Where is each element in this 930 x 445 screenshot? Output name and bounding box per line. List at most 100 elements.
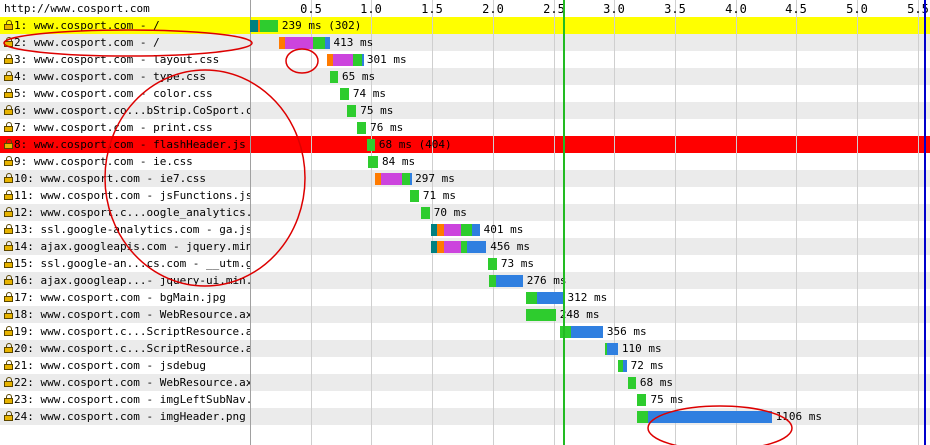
request-label-text: 14: ajax.googleapis.com - jquery.min.js (14, 240, 250, 253)
lock-icon (4, 224, 13, 234)
bar-segment-ttfb (259, 20, 278, 32)
gridline (918, 0, 919, 445)
request-time: 75 ms (650, 393, 684, 406)
request-time: 84 ms (381, 155, 416, 168)
lock-icon (4, 37, 13, 47)
request-row[interactable]: 18: www.cosport.com - WebResource.axd (0, 306, 930, 323)
bar-segment-download (467, 241, 487, 253)
request-row[interactable]: 15: ssl.google-an...cs.com - __utm.gif (0, 255, 930, 272)
tick-label: 3.5 (664, 2, 686, 16)
request-time: 70 ms (433, 206, 467, 219)
request-label: 6: www.cosport.co...bStrip.CoSport.css (0, 102, 250, 119)
lock-icon (4, 377, 13, 387)
request-time: 75 ms (360, 104, 394, 117)
request-label: 8: www.cosport.com - flashHeader.js (0, 136, 250, 153)
lock-icon (4, 241, 13, 251)
bar-segment-ttfb (525, 292, 537, 304)
request-row[interactable]: 23: www.cosport.com - imgLeftSubNav.png (0, 391, 930, 408)
request-time: 65 ms (342, 70, 376, 83)
request-label: 15: ssl.google-an...cs.com - __utm.gif (0, 255, 250, 272)
request-label-text: 18: www.cosport.com - WebResource.axd (14, 308, 250, 321)
tick-label: 1.5 (421, 2, 443, 16)
request-label: 17: www.cosport.com - bgMain.jpg (0, 289, 250, 306)
lock-icon (4, 173, 13, 183)
request-row[interactable]: 1: www.cosport.com - / (0, 17, 930, 34)
request-row[interactable]: 10: www.cosport.com - ie7.css (0, 170, 930, 187)
request-label-text: 12: www.cosport.c...oogle_analytics.js (14, 206, 250, 219)
request-label-text: 1: www.cosport.com - / (14, 19, 160, 32)
request-label: 5: www.cosport.com - color.css (0, 85, 250, 102)
request-row[interactable]: 5: www.cosport.com - color.css (0, 85, 930, 102)
request-row[interactable]: 22: www.cosport.com - WebResource.axd (0, 374, 930, 391)
request-label: 4: www.cosport.com - type.css (0, 68, 250, 85)
bar-segment-download (496, 275, 523, 287)
lock-icon (4, 394, 13, 404)
request-label-text: 3: www.cosport.com - layout.css (14, 53, 220, 66)
lock-icon (4, 88, 13, 98)
request-time: 73 ms (500, 257, 534, 270)
bar-segment-ttfb (410, 190, 419, 202)
request-label: 13: ssl.google-analytics.com - ga.js (0, 221, 250, 238)
gridline (796, 0, 797, 445)
request-row[interactable]: 7: www.cosport.com - print.css (0, 119, 930, 136)
bar-segment-connect (436, 241, 445, 253)
request-row[interactable]: 20: www.cosport.c...ScriptResource.axd (0, 340, 930, 357)
request-row[interactable]: 9: www.cosport.com - ie.css (0, 153, 930, 170)
lock-icon (4, 156, 13, 166)
bar-segment-ttfb (461, 224, 473, 236)
lock-icon (4, 105, 13, 115)
bar-segment-ttfb (525, 309, 556, 321)
request-row[interactable]: 17: www.cosport.com - bgMain.jpg (0, 289, 930, 306)
request-row[interactable]: 11: www.cosport.com - jsFunctions.js (0, 187, 930, 204)
request-row[interactable]: 8: www.cosport.com - flashHeader.js (0, 136, 930, 153)
request-label: 2: www.cosport.com - / (0, 34, 250, 51)
lock-icon (4, 326, 13, 336)
bar-segment-ttfb (330, 71, 339, 83)
request-row[interactable]: 21: www.cosport.com - jsdebug (0, 357, 930, 374)
request-label-text: 9: www.cosport.com - ie.css (14, 155, 193, 168)
request-label: 14: ajax.googleapis.com - jquery.min.js (0, 238, 250, 255)
request-label: 18: www.cosport.com - WebResource.axd (0, 306, 250, 323)
bar-segment-ttfb (367, 156, 378, 168)
request-label-text: 24: www.cosport.com - imgHeader.png (14, 410, 246, 423)
request-time: 68 ms (404) (378, 138, 452, 151)
request-label: 9: www.cosport.com - ie.css (0, 153, 250, 170)
tick-label: 2.5 (543, 2, 565, 16)
request-row[interactable]: 4: www.cosport.com - type.css (0, 68, 930, 85)
request-label: 23: www.cosport.com - imgLeftSubNav.png (0, 391, 250, 408)
bar-segment-ssl (444, 241, 462, 253)
lock-icon (4, 71, 13, 81)
request-label: 1: www.cosport.com - / (0, 17, 250, 34)
request-row[interactable]: 6: www.cosport.co...bStrip.CoSport.css (0, 102, 930, 119)
request-label-text: 21: www.cosport.com - jsdebug (14, 359, 207, 372)
lock-icon (4, 275, 13, 285)
lock-icon (4, 292, 13, 302)
bar-segment-ssl (332, 54, 354, 66)
document-complete-line (924, 0, 926, 445)
lock-icon (4, 360, 13, 370)
request-row[interactable]: 19: www.cosport.c...ScriptResource.axd (0, 323, 930, 340)
request-row[interactable]: 16: ajax.googleap...- jquery-ui.min.js (0, 272, 930, 289)
bar-segment-ttfb (313, 37, 326, 49)
page-url: http://www.cosport.com (4, 2, 150, 15)
request-label: 3: www.cosport.com - layout.css (0, 51, 250, 68)
request-label: 11: www.cosport.com - jsFunctions.js (0, 187, 250, 204)
request-row[interactable]: 2: www.cosport.com - / (0, 34, 930, 51)
lock-icon (4, 20, 13, 30)
request-row[interactable]: 3: www.cosport.com - layout.css (0, 51, 930, 68)
request-label-text: 22: www.cosport.com - WebResource.axd (14, 376, 250, 389)
lock-icon (4, 190, 13, 200)
request-label-text: 7: www.cosport.com - print.css (14, 121, 213, 134)
gridline (554, 0, 555, 445)
lock-icon (4, 411, 13, 421)
request-time: 68 ms (639, 376, 674, 389)
bar-segment-download (570, 326, 603, 338)
bar-segment-download (472, 224, 480, 236)
request-time: 248 ms (559, 308, 600, 321)
label-divider (250, 0, 251, 445)
start-render-line (563, 0, 565, 445)
request-time: 76 ms (370, 121, 404, 134)
request-label-text: 15: ssl.google-an...cs.com - __utm.gif (14, 257, 250, 270)
request-label-text: 20: www.cosport.c...ScriptResource.axd (14, 342, 250, 355)
bar-segment-ttfb (401, 173, 411, 185)
